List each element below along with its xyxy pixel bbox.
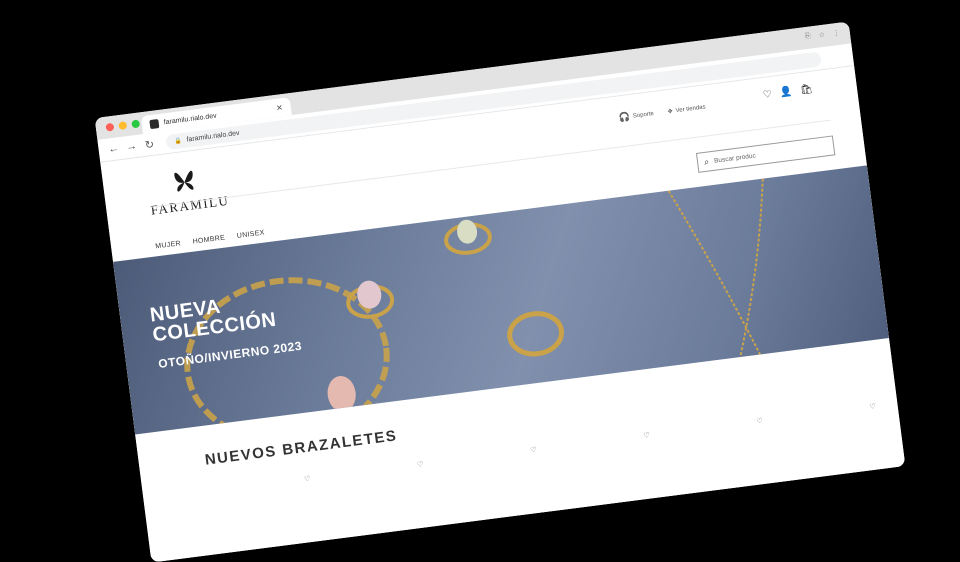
search-icon: ⌕ xyxy=(703,155,710,167)
utility-links: 🎧 Soporte ⌖ Ver tiendas xyxy=(618,101,706,123)
url-text: faramilu.rialo.dev xyxy=(186,129,240,144)
wishlist-heart-icon[interactable]: ♡ xyxy=(869,402,876,411)
shopping-bag-icon[interactable]: 🛍 xyxy=(799,84,813,97)
user-actions: ♡ 👤 🛍 xyxy=(762,84,813,101)
wishlist-heart-icon[interactable]: ♡ xyxy=(643,431,650,440)
account-user-icon[interactable]: 👤 xyxy=(779,86,793,98)
close-tab-icon[interactable]: ✕ xyxy=(276,103,284,113)
wishlist-heart-icon[interactable]: ♡ xyxy=(756,417,763,426)
wishlist-heart-icon[interactable]: ♡ xyxy=(762,89,772,101)
nav-item-hombre[interactable]: HOMBRE xyxy=(192,235,225,246)
back-arrow-icon[interactable]: ← xyxy=(104,142,123,156)
nav-item-unisex[interactable]: UNISEX xyxy=(237,229,266,239)
menu-kebab-icon[interactable]: ⋮ xyxy=(832,29,840,38)
window-controls xyxy=(105,119,141,132)
wishlist-heart-icon[interactable]: ♡ xyxy=(530,446,537,455)
support-label: Soporte xyxy=(632,110,655,120)
location-pin-icon: ⌖ xyxy=(666,105,674,117)
browser-toolbar-icons: ⎘ ☆ ⋮ xyxy=(805,29,841,41)
brand-logo[interactable]: FARAMILU xyxy=(146,162,230,219)
headset-icon: 🎧 xyxy=(618,111,631,123)
reload-icon[interactable]: ↻ xyxy=(140,137,160,152)
browser-window: faramilu.rialo.dev ✕ ⎘ ☆ ⋮ ← → ↻ 🔒 faram… xyxy=(94,21,906,562)
section-title: NUEVOS BRAZALETES xyxy=(203,427,399,469)
wishlist-heart-icon[interactable]: ♡ xyxy=(304,475,311,484)
support-link[interactable]: 🎧 Soporte xyxy=(618,108,654,123)
screenshot-scene: faramilu.rialo.dev ✕ ⎘ ☆ ⋮ ← → ↻ 🔒 faram… xyxy=(0,0,960,562)
extension-icon[interactable]: ⎘ xyxy=(805,32,812,41)
wishlist-heart-icon[interactable]: ♡ xyxy=(417,460,424,469)
search-input[interactable]: ⌕ Buscar produc xyxy=(695,135,836,173)
stores-label: Ver tiendas xyxy=(675,103,706,114)
butterfly-logo-icon xyxy=(174,170,194,192)
minimize-window-button[interactable] xyxy=(118,121,128,131)
stores-link[interactable]: ⌖ Ver tiendas xyxy=(667,101,706,117)
nav-item-mujer[interactable]: MUJER xyxy=(155,240,181,250)
bookmark-icon[interactable]: ☆ xyxy=(818,31,825,40)
maximize-window-button[interactable] xyxy=(131,119,141,129)
search-placeholder: Buscar produc xyxy=(713,151,757,165)
forward-arrow-icon[interactable]: → xyxy=(122,140,141,154)
close-window-button[interactable] xyxy=(105,122,115,132)
site-favicon-icon xyxy=(149,118,160,129)
lock-icon: 🔒 xyxy=(173,137,183,145)
